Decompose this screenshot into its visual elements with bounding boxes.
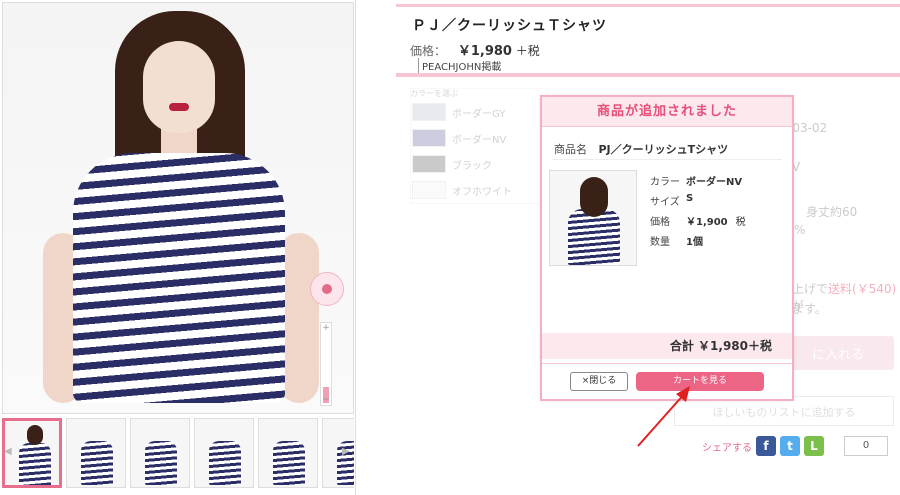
price-value: ￥1,980 [457,44,512,59]
shipping-prefix: 上げで [792,282,829,296]
thumb-prev-icon[interactable]: ◀ [4,446,12,457]
detail-value: 1個 [686,237,703,248]
thumbnail-item[interactable] [194,418,254,488]
modal-product-name: 商品名 PJ／クーリッシュTシャツ [554,141,728,157]
modal-footer: ×閉じる カートを見る [542,363,792,399]
twitter-icon[interactable]: t [780,436,800,456]
price-label: 価格： [410,44,447,58]
facebook-icon[interactable]: f [756,436,776,456]
product-name-value: PJ／クーリッシュTシャツ [598,143,729,156]
share-row: シェアする f t L 0 [702,436,888,456]
thumbnail-strip [2,418,354,490]
color-option-label: ボーダーGY [452,108,506,120]
color-option[interactable]: オフホワイト [412,178,544,202]
color-swatch [412,129,446,147]
thumb-next-icon[interactable]: ▶ [342,446,350,457]
color-swatch [412,181,446,199]
brand-tag[interactable]: PEACHJOHN掲載 [418,58,505,74]
modal-title: 商品が追加されました [542,97,792,127]
detail-row: 価格 ￥1,900 税 [650,213,750,233]
line-icon[interactable]: L [804,436,824,456]
detail-row: カラー ボーダーNV [650,173,750,193]
shipping-fee: 送料(￥540) [828,282,897,296]
zoom-slider[interactable]: + − [320,322,332,406]
color-swatch [412,155,446,173]
shipping-note-2: ます。 [792,302,827,316]
modal-divider [552,159,782,160]
price-suffix: ＋税 [515,44,540,58]
color-option-label: ブラック [452,160,492,172]
color-option-label: オフホワイト [452,186,512,198]
detail-value: ￥1,900 [686,217,728,228]
detail-value: ボーダーNV [686,177,743,188]
modal-total: 合計 ￥1,980＋税 [542,333,792,359]
price-line: 価格： ￥1,980 ＋税 [410,40,540,59]
zoom-out-icon[interactable]: − [321,395,331,405]
detail-row: 数量 1個 [650,233,750,253]
zoom-in-icon[interactable]: + [321,323,331,333]
detail-suffix: 税 [735,217,746,228]
thumbnail-item[interactable] [130,418,190,488]
thumbnail-item[interactable] [258,418,318,488]
zoom-pan-control[interactable] [310,272,344,306]
detail-value: S [686,193,694,204]
view-cart-button[interactable]: カートを見る [636,372,764,391]
thumbnail-item[interactable] [66,418,126,488]
color-option[interactable]: ブラック [412,152,544,176]
product-title: ＰＪ／クーリッシュＴシャツ [412,18,607,34]
added-to-cart-modal: 商品が追加されました 商品名 PJ／クーリッシュTシャツ カラー ボーダーNV サイ… [540,95,794,401]
color-option-label: ボーダーNV [452,134,507,146]
product-image-viewer: + − ◀ ▶ [0,0,356,495]
close-button[interactable]: ×閉じる [570,372,628,391]
color-swatch [412,103,446,121]
detail-key: サイズ [650,197,680,208]
size-fragment: 身丈約60 [806,205,858,219]
modal-details: カラー ボーダーNV サイズ S 価格 ￥1,900 税数量 1個 [650,173,750,253]
main-product-photo[interactable] [2,2,354,414]
detail-key: 価格 [650,217,670,228]
detail-row: サイズ S [650,193,750,213]
modal-product-thumbnail [549,170,637,266]
size-fragment-2: % [794,223,806,237]
color-option[interactable]: ボーダーNV [412,126,544,150]
product-name-label: 商品名 [554,143,587,156]
share-label: シェアする [702,442,752,454]
share-count: 0 [844,436,888,456]
section-divider [396,73,900,77]
detail-key: 数量 [650,237,670,248]
top-divider [396,4,900,7]
color-option[interactable]: ボーダーGY [412,100,544,124]
detail-key: カラー [650,177,680,188]
